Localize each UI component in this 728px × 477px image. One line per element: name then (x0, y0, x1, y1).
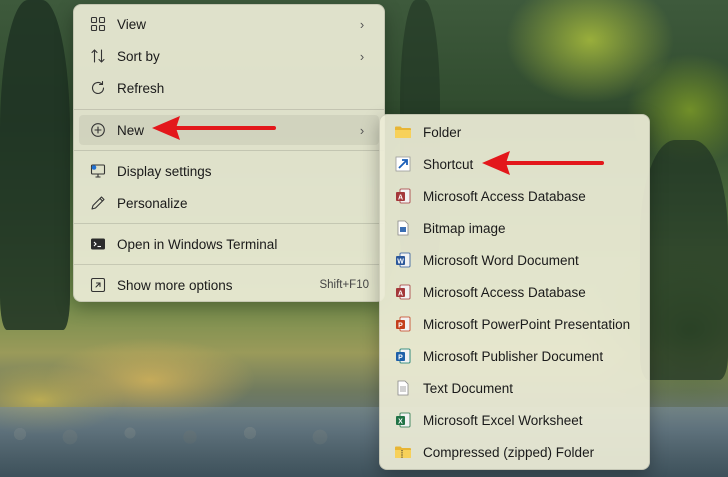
text-document-icon (394, 379, 412, 397)
menu-separator (74, 150, 384, 151)
folder-icon (394, 123, 412, 141)
publisher-icon: P (394, 347, 412, 365)
chevron-right-icon: › (359, 16, 365, 32)
menu-item-show-more-options[interactable]: Show more options Shift+F10 (79, 270, 379, 300)
zip-folder-icon (394, 443, 412, 461)
access-icon: A (394, 283, 412, 301)
submenu-item-folder[interactable]: Folder (385, 117, 644, 147)
menu-item-refresh[interactable]: Refresh (79, 73, 379, 103)
submenu-item-zip-folder[interactable]: Compressed (zipped) Folder (385, 437, 644, 467)
bitmap-icon (394, 219, 412, 237)
svg-text:X: X (398, 419, 403, 426)
desktop-context-menu: View › Sort by › Refresh New › Display s… (73, 4, 385, 302)
submenu-item-access-database[interactable]: A Microsoft Access Database (385, 181, 644, 211)
display-settings-icon (89, 162, 107, 180)
show-more-icon (89, 276, 107, 294)
chevron-right-icon: › (359, 122, 365, 138)
menu-item-view[interactable]: View › (79, 9, 379, 39)
view-grid-icon (89, 15, 107, 33)
refresh-icon (89, 79, 107, 97)
pen-icon (89, 194, 107, 212)
annotation-arrow-new (152, 116, 276, 140)
menu-item-label: Display settings (117, 163, 212, 179)
submenu-item-bitmap-image[interactable]: Bitmap image (385, 213, 644, 243)
svg-text:A: A (398, 291, 403, 298)
submenu-item-label: Compressed (zipped) Folder (423, 444, 595, 460)
submenu-item-excel-worksheet[interactable]: X Microsoft Excel Worksheet (385, 405, 644, 435)
svg-text:A: A (398, 195, 403, 202)
access-icon: A (394, 187, 412, 205)
chevron-right-icon: › (359, 48, 365, 64)
menu-separator (74, 264, 384, 265)
menu-item-personalize[interactable]: Personalize (79, 188, 379, 218)
sort-icon (89, 47, 107, 65)
keyboard-shortcut: Shift+F10 (319, 279, 369, 291)
submenu-item-label: Bitmap image (423, 220, 506, 236)
submenu-item-label: Microsoft Publisher Document (423, 348, 604, 364)
submenu-item-label: Text Document (423, 380, 514, 396)
wallpaper-tree (640, 140, 728, 380)
submenu-item-access-database[interactable]: A Microsoft Access Database (385, 277, 644, 307)
word-icon: W (394, 251, 412, 269)
submenu-item-label: Microsoft Access Database (423, 284, 586, 300)
submenu-item-word-document[interactable]: W Microsoft Word Document (385, 245, 644, 275)
menu-item-open-terminal[interactable]: Open in Windows Terminal (79, 229, 379, 259)
svg-text:W: W (397, 259, 404, 266)
menu-separator (74, 223, 384, 224)
excel-icon: X (394, 411, 412, 429)
wallpaper-tree (0, 0, 70, 330)
menu-item-label: Refresh (117, 80, 165, 96)
submenu-item-label: Microsoft Word Document (423, 252, 579, 268)
menu-item-label: Show more options (117, 277, 233, 293)
submenu-item-label: Microsoft Excel Worksheet (423, 412, 583, 428)
menu-item-label: Personalize (117, 195, 188, 211)
submenu-item-powerpoint[interactable]: P Microsoft PowerPoint Presentation (385, 309, 644, 339)
menu-item-sort-by[interactable]: Sort by › (79, 41, 379, 71)
shortcut-icon (394, 155, 412, 173)
svg-text:P: P (398, 323, 403, 330)
menu-item-label: View (117, 16, 147, 32)
submenu-item-text-document[interactable]: Text Document (385, 373, 644, 403)
submenu-item-publisher[interactable]: P Microsoft Publisher Document (385, 341, 644, 371)
menu-separator (74, 109, 384, 110)
submenu-item-label: Microsoft Access Database (423, 188, 586, 204)
annotation-arrow-shortcut (482, 151, 604, 175)
menu-item-label: Sort by (117, 48, 160, 64)
svg-text:P: P (398, 355, 403, 362)
new-plus-icon (89, 121, 107, 139)
menu-item-display-settings[interactable]: Display settings (79, 156, 379, 186)
submenu-item-label: Microsoft PowerPoint Presentation (423, 316, 631, 332)
menu-item-label: Open in Windows Terminal (117, 236, 278, 252)
powerpoint-icon: P (394, 315, 412, 333)
terminal-icon (89, 235, 107, 253)
submenu-item-label: Folder (423, 124, 462, 140)
